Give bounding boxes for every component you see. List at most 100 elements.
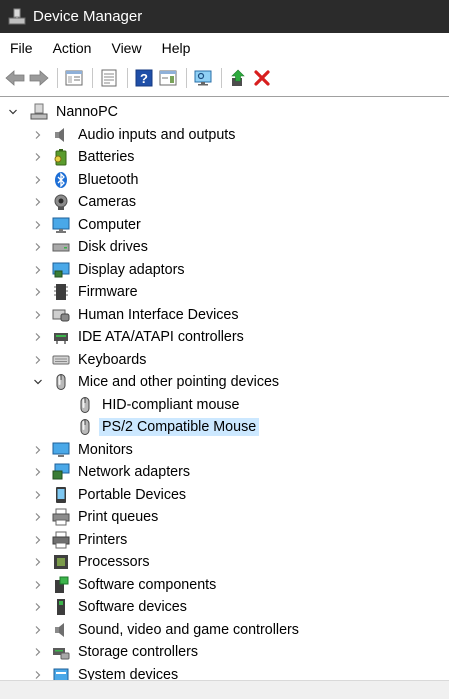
- device-tree-panel: NannoPC Audio inputs and outputs Batteries…: [0, 96, 449, 680]
- pc-icon: [30, 103, 48, 121]
- printer-icon: [52, 531, 70, 549]
- network-adapter-icon: [52, 463, 70, 481]
- print-queue-icon: [52, 508, 70, 526]
- tree-item-label: Bluetooth: [78, 171, 139, 188]
- tree-category-item[interactable]: Sound, video and game controllers: [0, 619, 449, 642]
- tree-category-item[interactable]: Network adapters: [0, 461, 449, 484]
- tree-category-item[interactable]: Software devices: [0, 596, 449, 619]
- tree-category-item[interactable]: Monitors: [0, 439, 449, 462]
- toolbar-separator: [57, 68, 58, 88]
- tree-item-label: Disk drives: [78, 239, 148, 255]
- tree-category-item[interactable]: Mice and other pointing devices: [0, 371, 449, 394]
- expand-chevron-icon[interactable]: [33, 467, 43, 477]
- properties-icon: [101, 69, 117, 87]
- tree-item-label: Portable Devices: [78, 486, 187, 503]
- expand-chevron-icon[interactable]: [33, 220, 43, 230]
- expand-chevron-icon[interactable]: [33, 175, 43, 185]
- tree-category-item[interactable]: Bluetooth: [0, 169, 449, 192]
- expand-chevron-icon[interactable]: [33, 130, 43, 140]
- tree-category-item[interactable]: Audio inputs and outputs: [0, 124, 449, 147]
- tree-category-item[interactable]: Firmware: [0, 281, 449, 304]
- menu-help[interactable]: Help: [152, 33, 201, 63]
- tree-item-label: Network adapters: [78, 464, 191, 480]
- tree-item-label: Display adaptors: [78, 261, 185, 278]
- tree-category-item[interactable]: Cameras: [0, 191, 449, 214]
- tree-category-item[interactable]: Storage controllers: [0, 641, 449, 664]
- tree-item-label: Storage controllers: [78, 644, 198, 660]
- status-bar: [0, 680, 449, 699]
- toolbar-separator: [221, 68, 222, 88]
- tree-item-label: System devices: [78, 666, 179, 681]
- camera-icon: [52, 193, 70, 211]
- expand-chevron-icon[interactable]: [33, 490, 43, 500]
- firmware-icon: [52, 283, 70, 301]
- tree-category-item[interactable]: Human Interface Devices: [0, 304, 449, 327]
- menu-file[interactable]: File: [0, 33, 43, 63]
- expand-chevron-icon[interactable]: [33, 445, 43, 455]
- tree-category-item[interactable]: Batteries: [0, 146, 449, 169]
- tree-category-item[interactable]: Processors: [0, 551, 449, 574]
- tree-category-item[interactable]: Printers: [0, 529, 449, 552]
- expand-chevron-icon[interactable]: [33, 242, 43, 252]
- expand-chevron-icon[interactable]: [33, 670, 43, 680]
- speaker-icon: [52, 126, 70, 144]
- console-tree-icon: [65, 70, 83, 86]
- back-arrow-icon: [5, 70, 25, 86]
- expand-chevron-icon[interactable]: [33, 152, 43, 162]
- ide-controller-icon: [52, 328, 70, 346]
- tree-category-item[interactable]: Keyboards: [0, 349, 449, 372]
- processor-icon: [52, 553, 70, 571]
- tree-category-item[interactable]: Software components: [0, 574, 449, 597]
- expand-chevron-icon[interactable]: [33, 197, 43, 207]
- expand-chevron-icon[interactable]: [33, 625, 43, 635]
- collapse-chevron-icon[interactable]: [33, 377, 43, 387]
- software-device-icon: [52, 598, 70, 616]
- red-x-icon: [254, 70, 270, 86]
- tree-category-item[interactable]: Display adaptors: [0, 259, 449, 282]
- storage-controller-icon: [52, 643, 70, 661]
- menu-bar: File Action View Help: [0, 33, 449, 63]
- tree-category-item[interactable]: System devices: [0, 664, 449, 681]
- help-button[interactable]: ?: [133, 67, 155, 89]
- menu-view[interactable]: View: [101, 33, 151, 63]
- expand-chevron-icon[interactable]: [33, 602, 43, 612]
- expand-chevron-icon[interactable]: [33, 265, 43, 275]
- tree-category-item[interactable]: Disk drives: [0, 236, 449, 259]
- tree-category-item[interactable]: Portable Devices: [0, 484, 449, 507]
- menu-action[interactable]: Action: [43, 33, 102, 63]
- mouse-icon: [76, 418, 94, 436]
- toolbar-separator: [127, 68, 128, 88]
- properties-button[interactable]: [98, 67, 120, 89]
- uninstall-device-button[interactable]: [251, 67, 273, 89]
- tree-item-label: IDE ATA/ATAPI controllers: [78, 329, 244, 345]
- tree-item-label: Computer: [78, 216, 141, 233]
- expand-chevron-icon[interactable]: [33, 355, 43, 365]
- scan-hardware-button[interactable]: [192, 67, 214, 89]
- update-driver-button[interactable]: [227, 67, 249, 89]
- expand-chevron-icon[interactable]: [33, 310, 43, 320]
- forward-button[interactable]: [28, 67, 50, 89]
- tree-item-label: Processors: [78, 554, 150, 570]
- expand-chevron-icon[interactable]: [33, 580, 43, 590]
- mouse-icon: [52, 373, 70, 391]
- expand-chevron-icon[interactable]: [33, 512, 43, 522]
- back-button[interactable]: [4, 67, 26, 89]
- expand-chevron-icon[interactable]: [33, 647, 43, 657]
- action-pane-button[interactable]: [157, 67, 179, 89]
- tree-item-label: Software components: [78, 576, 217, 593]
- tree-item-label: Printers: [78, 531, 128, 548]
- tree-category-item[interactable]: Computer: [0, 214, 449, 237]
- tree-device-item[interactable]: HID-compliant mouse: [0, 394, 449, 417]
- tree-item-label: NannoPC: [56, 104, 118, 120]
- expand-chevron-icon[interactable]: [33, 287, 43, 297]
- expand-chevron-icon[interactable]: [33, 535, 43, 545]
- tree-category-item[interactable]: Print queues: [0, 506, 449, 529]
- show-hide-console-tree-button[interactable]: [63, 67, 85, 89]
- tree-category-item[interactable]: IDE ATA/ATAPI controllers: [0, 326, 449, 349]
- tree-device-item[interactable]: PS/2 Compatible Mouse: [0, 416, 449, 439]
- collapse-chevron-icon[interactable]: [8, 107, 18, 117]
- expand-chevron-icon[interactable]: [33, 332, 43, 342]
- tree-root-computer[interactable]: NannoPC: [0, 101, 449, 124]
- tree-item-label: Firmware: [78, 284, 138, 300]
- expand-chevron-icon[interactable]: [33, 557, 43, 567]
